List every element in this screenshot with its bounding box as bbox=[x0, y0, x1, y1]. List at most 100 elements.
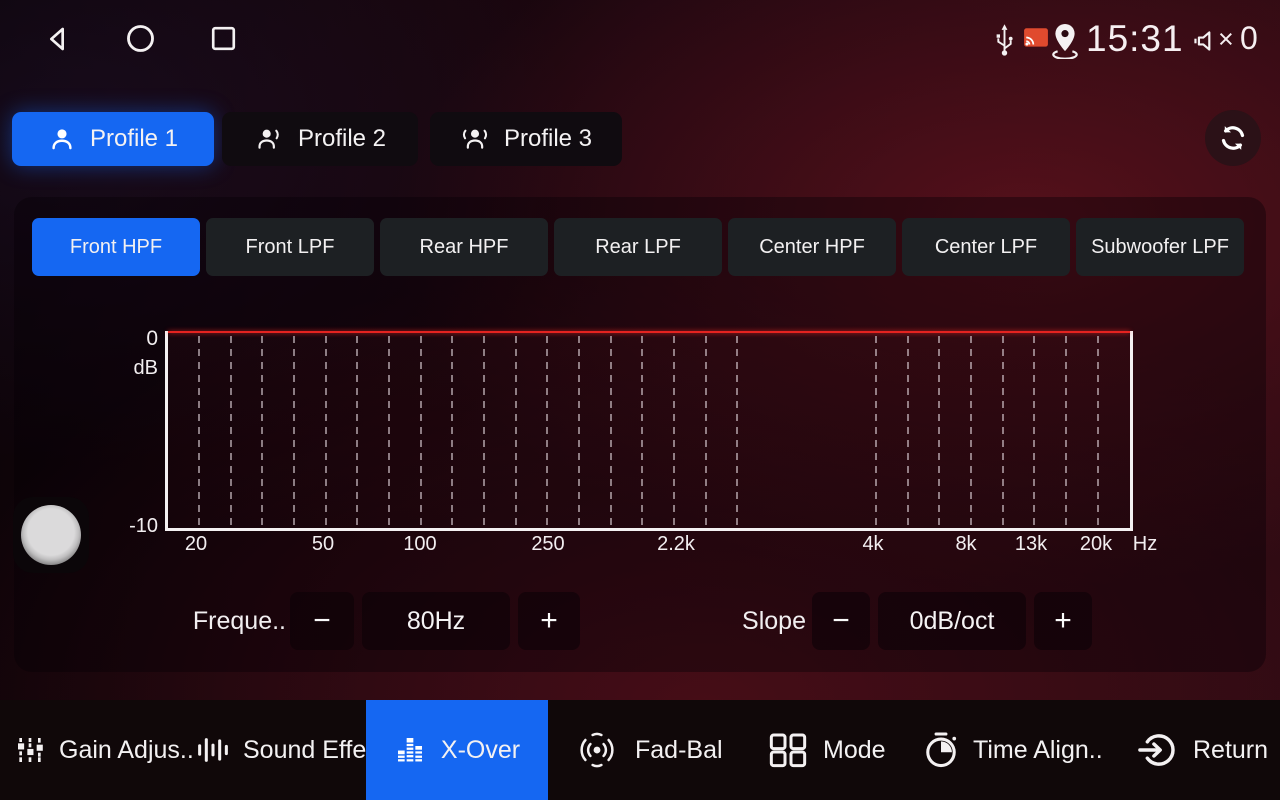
gridline bbox=[356, 336, 358, 525]
profile-tab-label: Profile 2 bbox=[298, 125, 386, 153]
gridline bbox=[578, 336, 580, 525]
gridline bbox=[261, 336, 263, 525]
slope-value: 0dB/oct bbox=[878, 592, 1026, 650]
bottom-nav-bar: Gain Adjus.. Sound Effe.. X-Over Fad-Bal Mo… bbox=[0, 700, 1280, 800]
recents-icon[interactable] bbox=[209, 24, 238, 53]
gridline bbox=[546, 336, 548, 525]
filter-tab-label: Center LPF bbox=[935, 236, 1037, 259]
nav-item-label: X-Over bbox=[441, 736, 520, 765]
filter-tab-front-lpf[interactable]: Front LPF bbox=[206, 218, 374, 276]
gridline bbox=[938, 336, 940, 525]
return-icon bbox=[1136, 730, 1180, 770]
filter-tab-subwoofer-lpf[interactable]: Subwoofer LPF bbox=[1076, 218, 1244, 276]
gridline bbox=[293, 336, 295, 525]
sync-icon bbox=[1216, 121, 1250, 155]
nav-item-label: Time Align.. bbox=[973, 736, 1103, 765]
filter-tab-center-lpf[interactable]: Center LPF bbox=[902, 218, 1070, 276]
nav-item-label: Return bbox=[1193, 736, 1268, 765]
profile-tab-2[interactable]: Profile 2 bbox=[222, 112, 418, 166]
mute-symbol: × bbox=[1218, 24, 1234, 55]
volume-knob[interactable] bbox=[21, 505, 81, 565]
gridline bbox=[420, 336, 422, 525]
filter-tab-center-hpf[interactable]: Center HPF bbox=[728, 218, 896, 276]
mixer-icon bbox=[14, 733, 46, 767]
slope-plus-button[interactable]: + bbox=[1034, 592, 1092, 650]
equalizer-icon bbox=[394, 733, 426, 767]
gridline bbox=[451, 336, 453, 525]
cast-icon bbox=[1023, 27, 1049, 49]
gridline bbox=[515, 336, 517, 525]
x-axis-unit: Hz bbox=[1133, 533, 1157, 556]
gridline bbox=[1002, 336, 1004, 525]
x-tick-250: 250 bbox=[531, 533, 564, 556]
nav-item-label: Mode bbox=[823, 736, 886, 765]
gridline bbox=[198, 336, 200, 525]
gridline bbox=[970, 336, 972, 525]
y-axis-label: dB bbox=[106, 357, 158, 380]
gridline bbox=[705, 336, 707, 525]
nav-item-mode[interactable]: Mode bbox=[766, 700, 886, 800]
profile-tab-1[interactable]: Profile 1 bbox=[12, 112, 214, 166]
gridline bbox=[388, 336, 390, 525]
nav-item-sound-effe[interactable]: Sound Effe.. bbox=[196, 700, 380, 800]
reset-button[interactable] bbox=[1205, 110, 1261, 166]
gridline bbox=[483, 336, 485, 525]
frequency-minus-button[interactable]: − bbox=[290, 592, 354, 650]
gridline bbox=[1065, 336, 1067, 525]
y-tick-0: 0 bbox=[106, 327, 158, 351]
x-tick-8k: 8k bbox=[955, 533, 976, 556]
gridline bbox=[907, 336, 909, 525]
volume-knob-well bbox=[13, 497, 89, 573]
x-tick-2.2k: 2.2k bbox=[657, 533, 695, 556]
slope-minus-button[interactable]: − bbox=[812, 592, 870, 650]
frequency-label: Freque.. bbox=[150, 592, 286, 650]
slope-label: Slope bbox=[700, 592, 806, 650]
person-icon bbox=[48, 125, 76, 153]
back-icon[interactable] bbox=[42, 22, 74, 56]
nav-item-return[interactable]: Return bbox=[1136, 700, 1268, 800]
filter-tab-label: Rear LPF bbox=[595, 236, 681, 259]
filter-tab-rear-lpf[interactable]: Rear LPF bbox=[554, 218, 722, 276]
nav-item-x-over[interactable]: X-Over bbox=[366, 700, 548, 800]
nav-item-time-align[interactable]: Time Align.. bbox=[922, 700, 1103, 800]
filter-tab-label: Rear HPF bbox=[420, 236, 509, 259]
x-tick-13k: 13k bbox=[1015, 533, 1047, 556]
filter-tab-label: Front LPF bbox=[246, 236, 335, 259]
filter-tab-label: Subwoofer LPF bbox=[1091, 236, 1229, 259]
profile-tab-label: Profile 3 bbox=[504, 125, 592, 153]
person-waves-icon bbox=[460, 125, 490, 153]
gridline bbox=[875, 336, 877, 525]
nav-item-gain-adjus[interactable]: Gain Adjus.. bbox=[14, 700, 194, 800]
nav-item-label: Gain Adjus.. bbox=[59, 736, 194, 765]
usb-icon bbox=[991, 22, 1018, 58]
plot-area[interactable] bbox=[165, 331, 1133, 531]
gridline bbox=[1097, 336, 1099, 525]
filter-tab-label: Center HPF bbox=[759, 236, 865, 259]
gridline bbox=[641, 336, 643, 525]
y-tick-minus10: -10 bbox=[106, 515, 158, 538]
volume-level: 0 bbox=[1240, 20, 1258, 57]
filter-tab-front-hpf[interactable]: Front HPF bbox=[32, 218, 200, 276]
gridline bbox=[673, 336, 675, 525]
nav-item-label: Fad-Bal bbox=[635, 736, 723, 765]
stopwatch-icon bbox=[922, 730, 960, 770]
x-tick-50: 50 bbox=[312, 533, 334, 556]
profile-tab-3[interactable]: Profile 3 bbox=[430, 112, 622, 166]
home-icon[interactable] bbox=[125, 23, 156, 54]
gridline bbox=[230, 336, 232, 525]
filter-tab-rear-hpf[interactable]: Rear HPF bbox=[380, 218, 548, 276]
x-tick-100: 100 bbox=[403, 533, 436, 556]
location-icon bbox=[1049, 21, 1081, 59]
frequency-plus-button[interactable]: + bbox=[518, 592, 580, 650]
response-curve bbox=[168, 331, 1130, 333]
nav-item-label: Sound Effe.. bbox=[243, 736, 380, 765]
filter-tab-label: Front HPF bbox=[70, 236, 162, 259]
frequency-value: 80Hz bbox=[362, 592, 510, 650]
grid-icon bbox=[766, 730, 810, 770]
nav-item-fad-bal[interactable]: Fad-Bal bbox=[572, 700, 723, 800]
gridline bbox=[736, 336, 738, 525]
surround-icon bbox=[572, 729, 622, 771]
status-bar: 15:31 × 0 bbox=[0, 0, 1280, 80]
x-tick-20k: 20k bbox=[1080, 533, 1112, 556]
x-tick-20: 20 bbox=[185, 533, 207, 556]
